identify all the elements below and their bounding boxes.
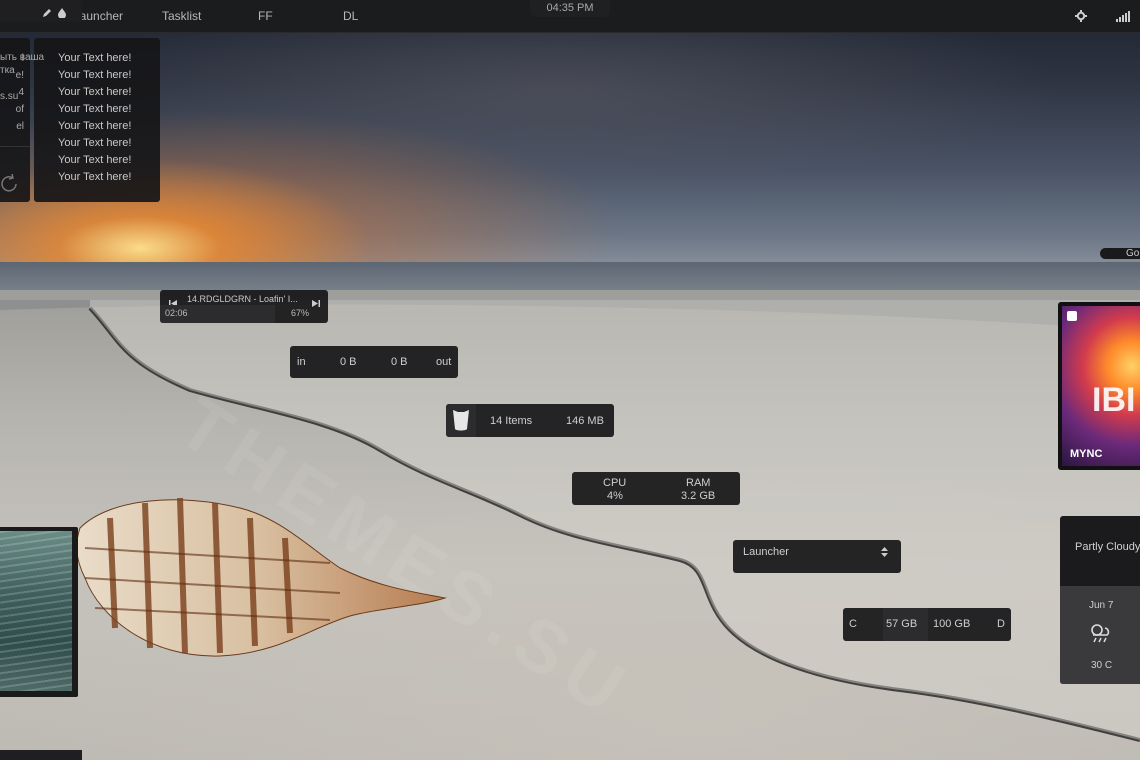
network-in-label: in (297, 356, 306, 368)
top-taskbar: Launcher Tasklist FF DL 04:35 PM (0, 0, 1140, 33)
recycle-bin-widget[interactable]: 14 Items 146 MB (446, 404, 614, 437)
drive-letter[interactable]: C (849, 618, 857, 630)
note-text-line: тка (0, 65, 15, 76)
photo-frame-widget[interactable] (0, 527, 78, 697)
album-brand: MYNC (1070, 448, 1103, 460)
color-drop-icon[interactable] (58, 5, 66, 23)
topbar-ff-link[interactable]: FF (258, 9, 273, 23)
weather-date: Jun 7 (1089, 600, 1114, 611)
text-line[interactable]: Your Text here! (34, 169, 160, 186)
text-line[interactable]: Your Text here! (34, 118, 160, 135)
text-line[interactable]: Your Text here! (34, 84, 160, 101)
album-art-widget[interactable]: IBI MYNC (1058, 302, 1140, 470)
text-line[interactable]: Your Text here! (34, 67, 160, 84)
cpu-value: 4% (607, 490, 623, 502)
weather-temp: 30 C (1091, 660, 1113, 671)
track-time: 02:06 (165, 308, 188, 318)
refresh-icon[interactable] (0, 173, 20, 195)
gear-icon[interactable] (1075, 9, 1087, 27)
text-list-widget: Your Text here! Your Text here! Your Tex… (34, 38, 160, 202)
recycle-item-count: 14 Items (490, 415, 533, 427)
media-player-widget: 14.RDGLDGRN - Loafin' I... 02:06 67% (160, 290, 328, 323)
note-text-line: ыть ваша (0, 52, 45, 63)
note-header (0, 0, 82, 22)
google-search-bar[interactable]: Go (1100, 248, 1140, 259)
track-progress: 67% (291, 308, 310, 318)
trash-icon[interactable] (453, 410, 469, 434)
weather-widget: Partly Cloudy Jun 7 30 C (1060, 516, 1140, 684)
drive-letter-d[interactable]: D (997, 618, 1005, 630)
pencil-icon[interactable] (42, 5, 52, 23)
launcher-dropdown[interactable]: Launcher (733, 540, 901, 573)
clock: 04:35 PM (530, 0, 610, 17)
topbar-dl-link[interactable]: DL (343, 9, 358, 23)
dropdown-arrows-icon[interactable] (881, 547, 888, 560)
track-title: 14.RDGLDGRN - Loafin' I... (187, 294, 298, 304)
desktop-wallpaper: THEMES.SU (0, 0, 1140, 760)
disk-usage-widget: C 57 GB 100 GB D (843, 608, 1011, 641)
signal-icon[interactable] (1116, 9, 1130, 27)
next-track-icon[interactable] (312, 294, 320, 312)
recycle-size: 146 MB (566, 415, 604, 427)
disk-used: 57 GB (886, 618, 918, 630)
note-text-line: s.su (0, 91, 19, 102)
launcher-dropdown-label: Launcher (743, 546, 789, 558)
album-title: IBI (1092, 381, 1136, 419)
sky (0, 0, 1140, 275)
disk-total: 100 GB (933, 618, 971, 630)
album-logo-icon (1067, 311, 1077, 321)
topbar-tasklist-link[interactable]: Tasklist (162, 9, 201, 23)
text-line[interactable]: Your Text here! (34, 50, 160, 67)
left-partial-mark: of (15, 104, 24, 115)
ram-label: RAM (686, 477, 711, 489)
ram-value: 3.2 GB (681, 490, 716, 502)
seashell-image (76, 497, 447, 657)
system-monitor-widget: CPU 4% RAM 3.2 GB (572, 472, 740, 505)
network-out-label: out (436, 356, 452, 368)
left-partial-mark: el (16, 121, 24, 132)
album-cover: IBI MYNC (1062, 306, 1140, 466)
cloud-rain-icon (1088, 622, 1112, 649)
network-widget: in 0 B 0 B out (290, 346, 458, 378)
network-in-value: 0 B (340, 356, 357, 368)
text-line[interactable]: Your Text here! (34, 101, 160, 118)
cpu-label: CPU (603, 477, 627, 489)
ocean-photo (0, 531, 72, 691)
network-out-value: 0 B (391, 356, 408, 368)
text-line[interactable]: Your Text here! (34, 135, 160, 152)
text-line[interactable]: Your Text here! (34, 152, 160, 169)
weather-condition: Partly Cloudy (1075, 541, 1140, 553)
